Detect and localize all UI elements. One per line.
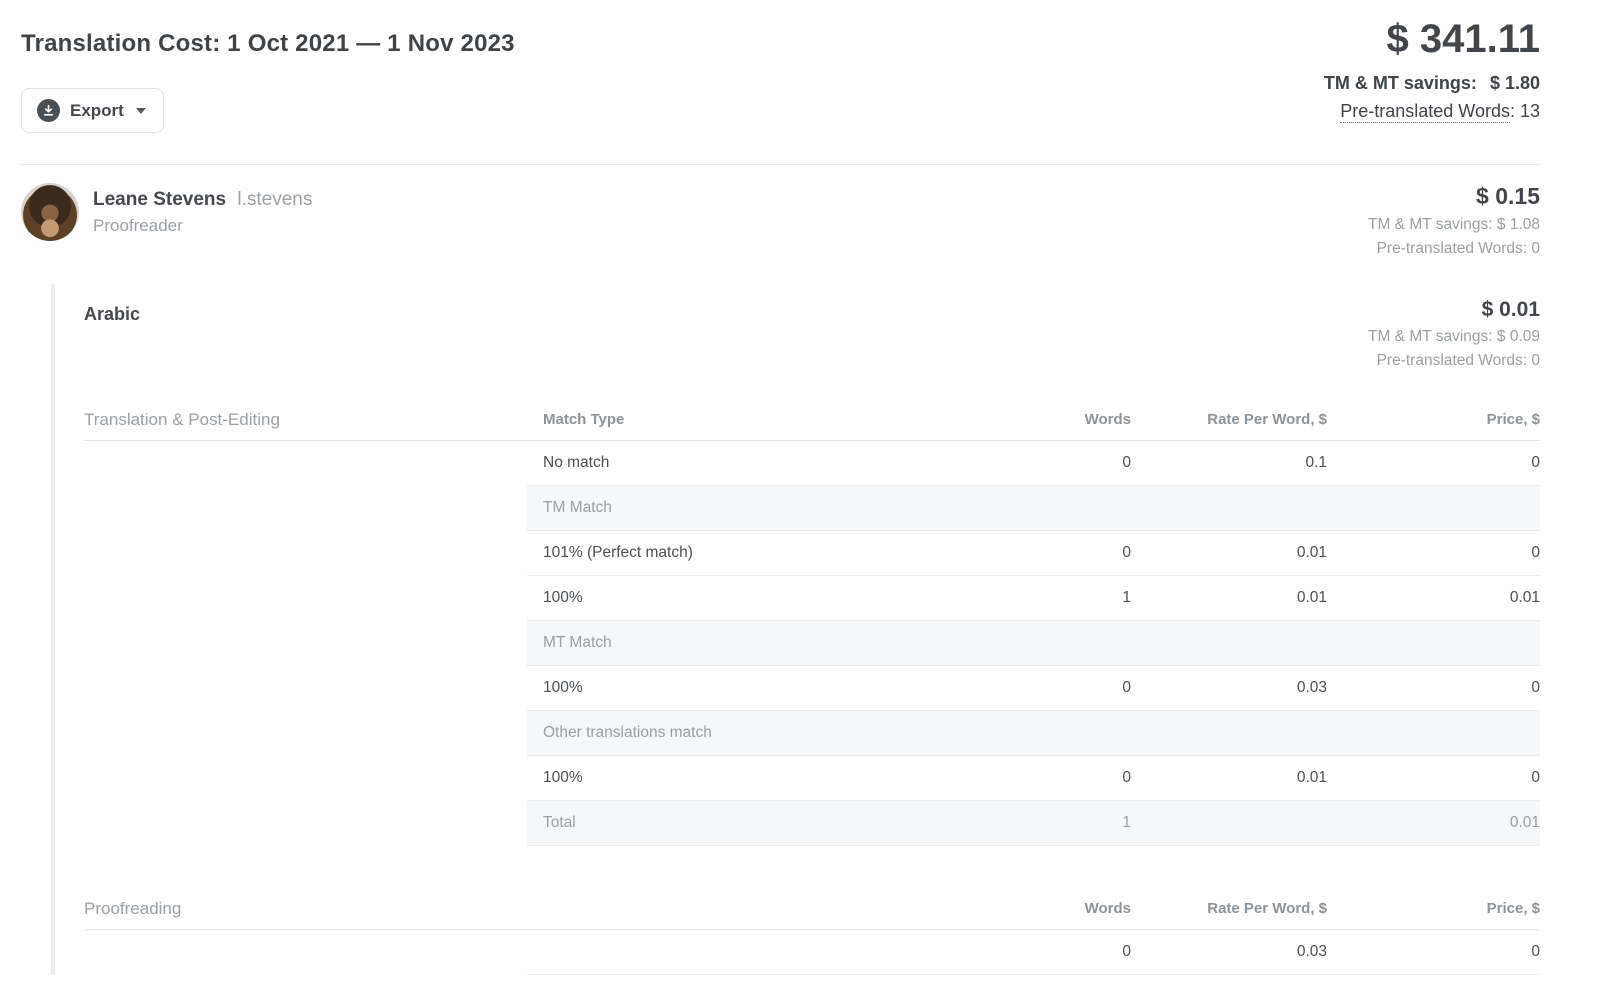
tm-mt-savings-line: TM & MT savings: $ 1.80 (1324, 73, 1540, 94)
user-totals: $ 0.15 TM & MT savings: $ 1.08 Pre-trans… (1368, 183, 1540, 258)
column-header-rate: Rate Per Word, $ (1131, 900, 1327, 917)
match-type-cell: Total (527, 814, 935, 832)
grand-total: $ 341.11 (1324, 14, 1540, 64)
pretranslated-words-line: Pre-translated Words: 13 (1324, 101, 1540, 122)
user-savings: TM & MT savings: $ 1.08 (1368, 216, 1540, 234)
column-header-match-type: Match Type (527, 411, 935, 428)
words-cell: 0 (935, 454, 1131, 472)
rate-cell: 0.03 (1131, 679, 1327, 697)
column-header-price: Price, $ (1327, 900, 1540, 917)
words-cell: 0 (935, 544, 1131, 562)
tm-mt-savings-label: TM & MT savings: (1324, 73, 1477, 93)
language-savings: TM & MT savings: $ 0.09 (1368, 328, 1540, 346)
price-cell: 0 (1327, 454, 1540, 472)
group-header-row: Other translations match (527, 711, 1540, 756)
table-row: 00.030 (527, 930, 1540, 975)
table-header-row: Proofreading Words Rate Per Word, $ Pric… (84, 888, 1540, 930)
words-cell: 0 (935, 679, 1131, 697)
pretranslated-words-value: : 13 (1510, 101, 1540, 121)
tm-mt-savings-value: $ 1.80 (1490, 73, 1540, 93)
total-row: Total1 0.01 (527, 801, 1540, 846)
user-pretranslated: Pre-translated Words: 0 (1368, 240, 1540, 258)
chevron-down-icon (136, 108, 146, 114)
user-login: l.stevens (237, 189, 312, 210)
words-cell: 0 (935, 943, 1131, 961)
price-cell: 0.01 (1327, 814, 1540, 832)
group-header-row: MT Match (527, 621, 1540, 666)
table-row: No match00.10 (527, 441, 1540, 486)
header-divider (21, 164, 1540, 165)
match-type-cell: 100% (527, 679, 935, 697)
avatar (21, 183, 79, 241)
export-button-label: Export (70, 101, 124, 121)
column-header-words: Words (935, 411, 1131, 428)
table-body: No match00.10TM Match101% (Perfect match… (527, 441, 1540, 846)
table-body: 00.030 (527, 930, 1540, 975)
rate-cell: 0.1 (1131, 454, 1327, 472)
user-row: Leane Stevens l.stevens Proofreader $ 0.… (21, 165, 1540, 270)
price-cell: 0 (1327, 769, 1540, 787)
group-header-row: TM Match (527, 486, 1540, 531)
words-cell: 1 (935, 814, 1131, 832)
group-label: Other translations match (527, 724, 1540, 742)
pretranslated-words-label[interactable]: Pre-translated Words (1340, 101, 1510, 123)
price-cell: 0.01 (1327, 589, 1540, 607)
export-button[interactable]: Export (21, 88, 164, 133)
report-header: Translation Cost: 1 Oct 2021 — 1 Nov 202… (21, 0, 1540, 165)
language-section-arabic: Arabic $ 0.01 TM & MT savings: $ 0.09 Pr… (51, 284, 1540, 975)
translation-cost-report: Translation Cost: 1 Oct 2021 — 1 Nov 202… (0, 0, 1600, 975)
rate-cell: 0.03 (1131, 943, 1327, 961)
user-role: Proofreader (93, 216, 312, 236)
language-totals: $ 0.01 TM & MT savings: $ 0.09 Pre-trans… (1368, 298, 1540, 370)
rate-cell: 0.01 (1131, 589, 1327, 607)
proofreading-table: Proofreading Words Rate Per Word, $ Pric… (84, 888, 1540, 975)
user-info: Leane Stevens l.stevens Proofreader (93, 183, 312, 236)
words-cell: 0 (935, 769, 1131, 787)
words-cell: 1 (935, 589, 1131, 607)
price-cell: 0 (1327, 943, 1540, 961)
section-label: Proofreading (84, 899, 527, 919)
match-type-cell: 101% (Perfect match) (527, 544, 935, 562)
rate-cell: 0.01 (1131, 544, 1327, 562)
column-header-price: Price, $ (1327, 411, 1540, 428)
column-header-words: Words (935, 900, 1131, 917)
language-header: Arabic $ 0.01 TM & MT savings: $ 0.09 Pr… (84, 284, 1540, 370)
price-cell: 0 (1327, 679, 1540, 697)
match-type-cell: 100% (527, 589, 935, 607)
group-label: TM Match (527, 499, 1540, 517)
section-label: Translation & Post-Editing (84, 410, 527, 430)
language-pretranslated: Pre-translated Words: 0 (1368, 352, 1540, 370)
match-type-cell: No match (527, 454, 935, 472)
report-totals: $ 341.11 TM & MT savings: $ 1.80 Pre-tra… (1324, 14, 1540, 122)
table-row: 100%00.010 (527, 756, 1540, 801)
match-type-cell: 100% (527, 769, 935, 787)
rate-cell: 0.01 (1131, 769, 1327, 787)
table-row: 101% (Perfect match)00.010 (527, 531, 1540, 576)
price-cell: 0 (1327, 544, 1540, 562)
language-total: $ 0.01 (1368, 298, 1540, 322)
user-total: $ 0.15 (1368, 183, 1540, 210)
table-header-row: Translation & Post-Editing Match Type Wo… (84, 399, 1540, 441)
page-title: Translation Cost: 1 Oct 2021 — 1 Nov 202… (21, 0, 1540, 58)
group-label: MT Match (527, 634, 1540, 652)
table-row: 100%00.030 (527, 666, 1540, 711)
download-icon (37, 99, 60, 122)
column-header-rate: Rate Per Word, $ (1131, 411, 1327, 428)
table-row: 100%10.010.01 (527, 576, 1540, 621)
language-name: Arabic (84, 298, 140, 325)
translation-post-editing-table: Translation & Post-Editing Match Type Wo… (84, 399, 1540, 846)
user-name: Leane Stevens (93, 189, 226, 210)
